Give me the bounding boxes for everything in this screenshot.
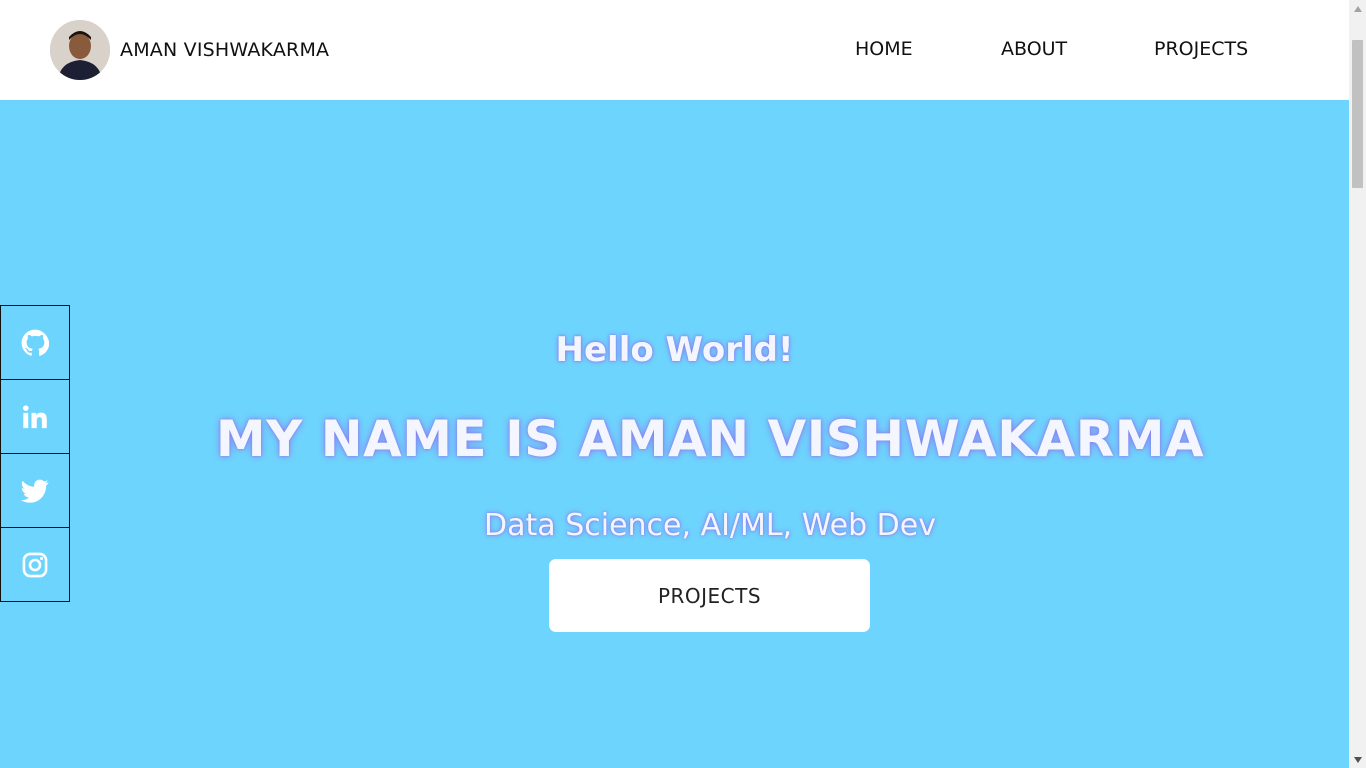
page-scrollbar[interactable] xyxy=(1349,0,1366,768)
scroll-down-button[interactable] xyxy=(1349,751,1366,768)
hero-headline: MY NAME IS AMAN VISHWAKARMA xyxy=(215,410,1205,468)
nav-home[interactable]: HOME xyxy=(855,38,913,60)
hero-tagline: Data Science, AI/ML, Web Dev xyxy=(484,508,936,543)
nav-about[interactable]: ABOUT xyxy=(1001,38,1067,60)
nav-projects[interactable]: PROJECTS xyxy=(1154,38,1248,60)
arrow-down-icon xyxy=(1353,756,1362,763)
main-nav: HOME ABOUT PROJECTS xyxy=(0,38,1349,64)
instagram-icon xyxy=(22,552,48,577)
projects-button[interactable]: PROJECTS xyxy=(549,559,870,632)
greeting: Hello World! xyxy=(555,330,794,370)
scroll-up-button[interactable] xyxy=(1349,0,1366,17)
arrow-up-icon xyxy=(1353,5,1362,12)
twitter-icon xyxy=(21,479,49,503)
header: AMAN VISHWAKARMA HOME ABOUT PROJECTS xyxy=(0,0,1349,100)
scrollbar-thumb[interactable] xyxy=(1352,40,1363,188)
